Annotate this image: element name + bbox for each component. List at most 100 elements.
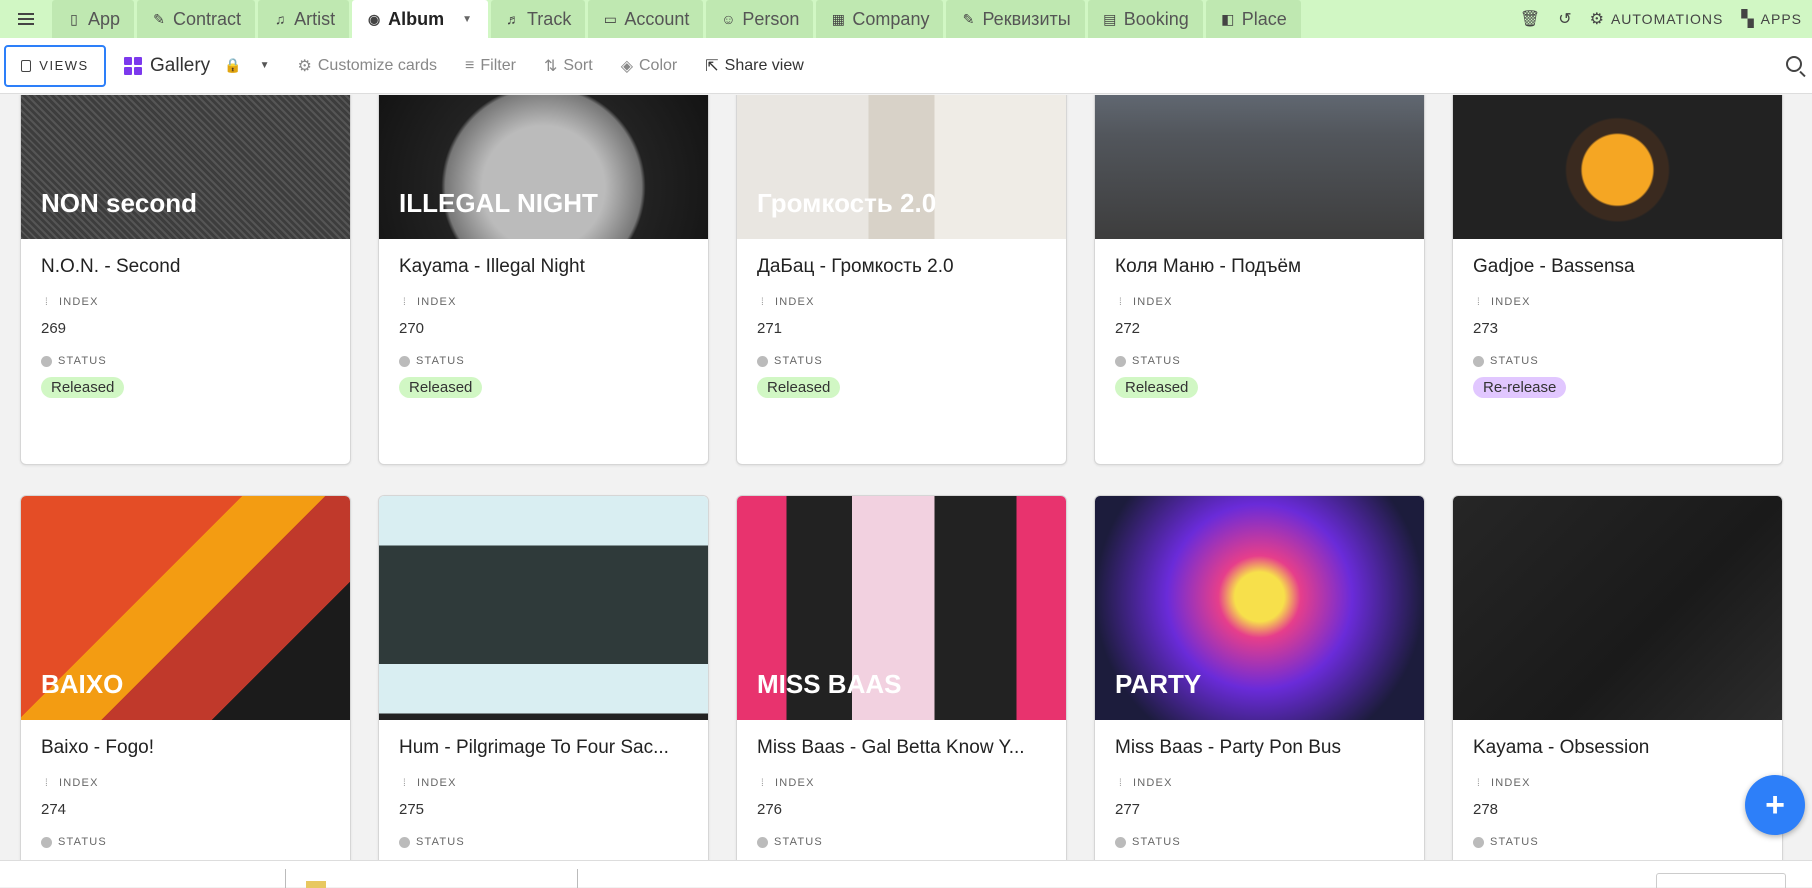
phone-icon: ▯ xyxy=(70,10,78,27)
view-switcher[interactable]: Gallery 🔒 ▼ xyxy=(124,55,270,77)
record-card[interactable]: Громкость 2.0 ДаБац - Громкость 2.0 ⁞ INDEX… xyxy=(736,95,1067,465)
index-field-label: ⁞ INDEX xyxy=(757,296,1046,308)
index-field-label: ⁞ INDEX xyxy=(1115,296,1404,308)
record-card[interactable]: MISS BAAS Miss Baas - Gal Betta Know Y...… xyxy=(736,495,1067,860)
card-body: Hum - Pilgrimage To Four Sac... ⁞ INDEX 275… xyxy=(379,737,708,848)
bottom-bar-control[interactable] xyxy=(1656,873,1786,888)
index-field-label: ⁞ INDEX xyxy=(41,777,330,789)
card-body: Коля Маню - Подъём ⁞ INDEX 272 STATUS Release… xyxy=(1095,256,1424,398)
record-card[interactable]: Kayama - Obsession ⁞ INDEX 278 STATUS xyxy=(1452,495,1783,860)
add-record-button[interactable]: + xyxy=(1745,775,1805,835)
tab-track[interactable]: ♬ Track xyxy=(490,0,586,38)
index-value: 273 xyxy=(1473,320,1499,337)
tab-place[interactable]: ◧ Place xyxy=(1205,0,1301,38)
record-card[interactable]: BAIXO Baixo - Fogo! ⁞ INDEX 274 STATUS xyxy=(20,495,351,860)
tab-album[interactable]: ◉ Album ▼ xyxy=(352,0,488,38)
apps-button[interactable]: ▚ APPS xyxy=(1741,9,1802,29)
card-body: Miss Baas - Gal Betta Know Y... ⁞ INDEX 276… xyxy=(737,737,1066,848)
card-title: Hum - Pilgrimage To Four Sac... xyxy=(399,737,669,758)
tab-list: ▯ App ✎ Contract ♫ Artist ◉ Album ▼ ♬ Track ▭ Accoun… xyxy=(52,0,1304,38)
index-value: 269 xyxy=(41,320,67,337)
cover-art-lettering: Громкость 2.0 xyxy=(757,188,937,218)
tab-contract[interactable]: ✎ Contract xyxy=(137,0,256,38)
card-title: Baixo - Fogo! xyxy=(41,737,154,758)
number-icon: ⁞ xyxy=(45,777,49,789)
cover-image: BAIXO xyxy=(21,496,350,720)
automations-button[interactable]: ⚙ AUTOMATIONS xyxy=(1590,9,1724,29)
tab-реквизиты[interactable]: ✎ Реквизиты xyxy=(946,0,1085,38)
card-title: Kayama - Obsession xyxy=(1473,737,1650,758)
apps-icon: ▚ xyxy=(1741,11,1755,28)
status-badge: Released xyxy=(1115,377,1199,398)
cover-art-lettering: BAIXO xyxy=(41,669,124,699)
tab-account[interactable]: ▭ Account xyxy=(588,0,704,38)
index-value: 270 xyxy=(399,320,425,337)
status-field-label: STATUS xyxy=(1115,836,1404,848)
tab-label: Track xyxy=(526,8,572,29)
record-card[interactable]: ILLEGAL NIGHT Kayama - Illegal Night ⁞ INDE… xyxy=(378,95,709,465)
number-icon: ⁞ xyxy=(1119,777,1123,789)
tab-app[interactable]: ▯ App xyxy=(52,0,135,38)
record-card[interactable]: Коля Маню - Подъём ⁞ INDEX 272 STATUS Release… xyxy=(1094,95,1425,465)
index-value: 275 xyxy=(399,801,425,818)
tab-company[interactable]: ▦ Company xyxy=(816,0,944,38)
index-value: 278 xyxy=(1473,801,1499,818)
cover-art-lettering: MISS BAAS xyxy=(757,669,902,699)
card-title: Gadjoe - Bassensa xyxy=(1473,256,1635,277)
building-icon: ▦ xyxy=(831,10,846,27)
card-body: Gadjoe - Bassensa ⁞ INDEX 273 STATUS Re-relea… xyxy=(1453,256,1782,398)
card-body: N.O.N. - Second ⁞ INDEX 269 STATUS Released xyxy=(21,256,350,398)
share-view-button[interactable]: ⇱ Share view xyxy=(705,56,804,76)
tab-label: Booking xyxy=(1123,8,1189,29)
card-title: Miss Baas - Gal Betta Know Y... xyxy=(757,737,1025,758)
status-badge: Re-release xyxy=(1473,377,1567,398)
card-body: Kayama - Illegal Night ⁞ INDEX 270 STATUS Rel… xyxy=(379,256,708,398)
views-button[interactable]: VIEWS xyxy=(4,44,106,87)
divider xyxy=(285,869,286,888)
record-card[interactable]: Hum - Pilgrimage To Four Sac... ⁞ INDEX 275… xyxy=(378,495,709,860)
search-icon[interactable] xyxy=(1786,56,1802,72)
tab-booking[interactable]: ▤ Booking xyxy=(1087,0,1203,38)
tab-bar-actions: 🗑 ↺ ⚙ AUTOMATIONS ▚ APPS xyxy=(1520,0,1812,38)
record-card[interactable]: NON second N.O.N. - Second ⁞ INDEX 269 STATUS… xyxy=(20,95,351,465)
number-icon: ⁞ xyxy=(1477,777,1481,789)
record-card[interactable]: Gadjoe - Bassensa ⁞ INDEX 273 STATUS Re-relea… xyxy=(1452,95,1783,465)
status-field-label: STATUS xyxy=(41,355,330,367)
cover-art-lettering: ILLEGAL NIGHT xyxy=(399,188,598,218)
single-select-icon xyxy=(1115,355,1126,367)
single-select-icon xyxy=(41,355,52,367)
tab-artist[interactable]: ♫ Artist xyxy=(258,0,350,38)
index-field-label: ⁞ INDEX xyxy=(1473,296,1762,308)
record-card[interactable]: PARTY Miss Baas - Party Pon Bus ⁞ INDEX 277 S… xyxy=(1094,495,1425,860)
lock-icon: 🔒 xyxy=(224,57,242,73)
card-body: Miss Baas - Party Pon Bus ⁞ INDEX 277 STATUS xyxy=(1095,737,1424,848)
customize-cards-button[interactable]: ⚙ Customize cards xyxy=(298,56,438,76)
disc-icon: ◉ xyxy=(367,10,381,27)
cover-image: Громкость 2.0 xyxy=(737,95,1066,239)
hamburger-menu-button[interactable] xyxy=(0,0,52,38)
tab-person[interactable]: ☺ Person xyxy=(706,0,814,38)
trash-icon[interactable]: 🗑 xyxy=(1520,9,1540,29)
guitar-icon: ♫ xyxy=(274,11,286,27)
history-icon[interactable]: ↺ xyxy=(1558,9,1571,29)
card-title: ДаБац - Громкость 2.0 xyxy=(757,256,954,277)
card-body: ДаБац - Громкость 2.0 ⁞ INDEX 271 STATUS Rele… xyxy=(737,256,1066,398)
index-value: 276 xyxy=(757,801,783,818)
number-icon: ⁞ xyxy=(761,296,765,308)
number-icon: ⁞ xyxy=(45,296,49,308)
cover-art-lettering: NON second xyxy=(41,188,198,218)
single-select-icon xyxy=(399,836,410,848)
gallery-grid: NON second N.O.N. - Second ⁞ INDEX 269 STATUS… xyxy=(0,95,1812,860)
status-badge: Released xyxy=(399,377,483,398)
sort-button[interactable]: ⇅ Sort xyxy=(544,56,593,76)
chevron-down-icon[interactable]: ▼ xyxy=(462,14,472,25)
color-button[interactable]: ◈ Color xyxy=(621,56,678,76)
status-field-label: STATUS xyxy=(1115,355,1404,367)
filter-button[interactable]: ≡ Filter xyxy=(465,57,516,75)
number-icon: ⁞ xyxy=(761,777,765,789)
map-icon: ◧ xyxy=(1221,10,1235,27)
card-title: Kayama - Illegal Night xyxy=(399,256,585,277)
cover-image xyxy=(1453,496,1782,720)
share-icon: ⇱ xyxy=(705,57,719,75)
cover-image: ILLEGAL NIGHT xyxy=(379,95,708,239)
